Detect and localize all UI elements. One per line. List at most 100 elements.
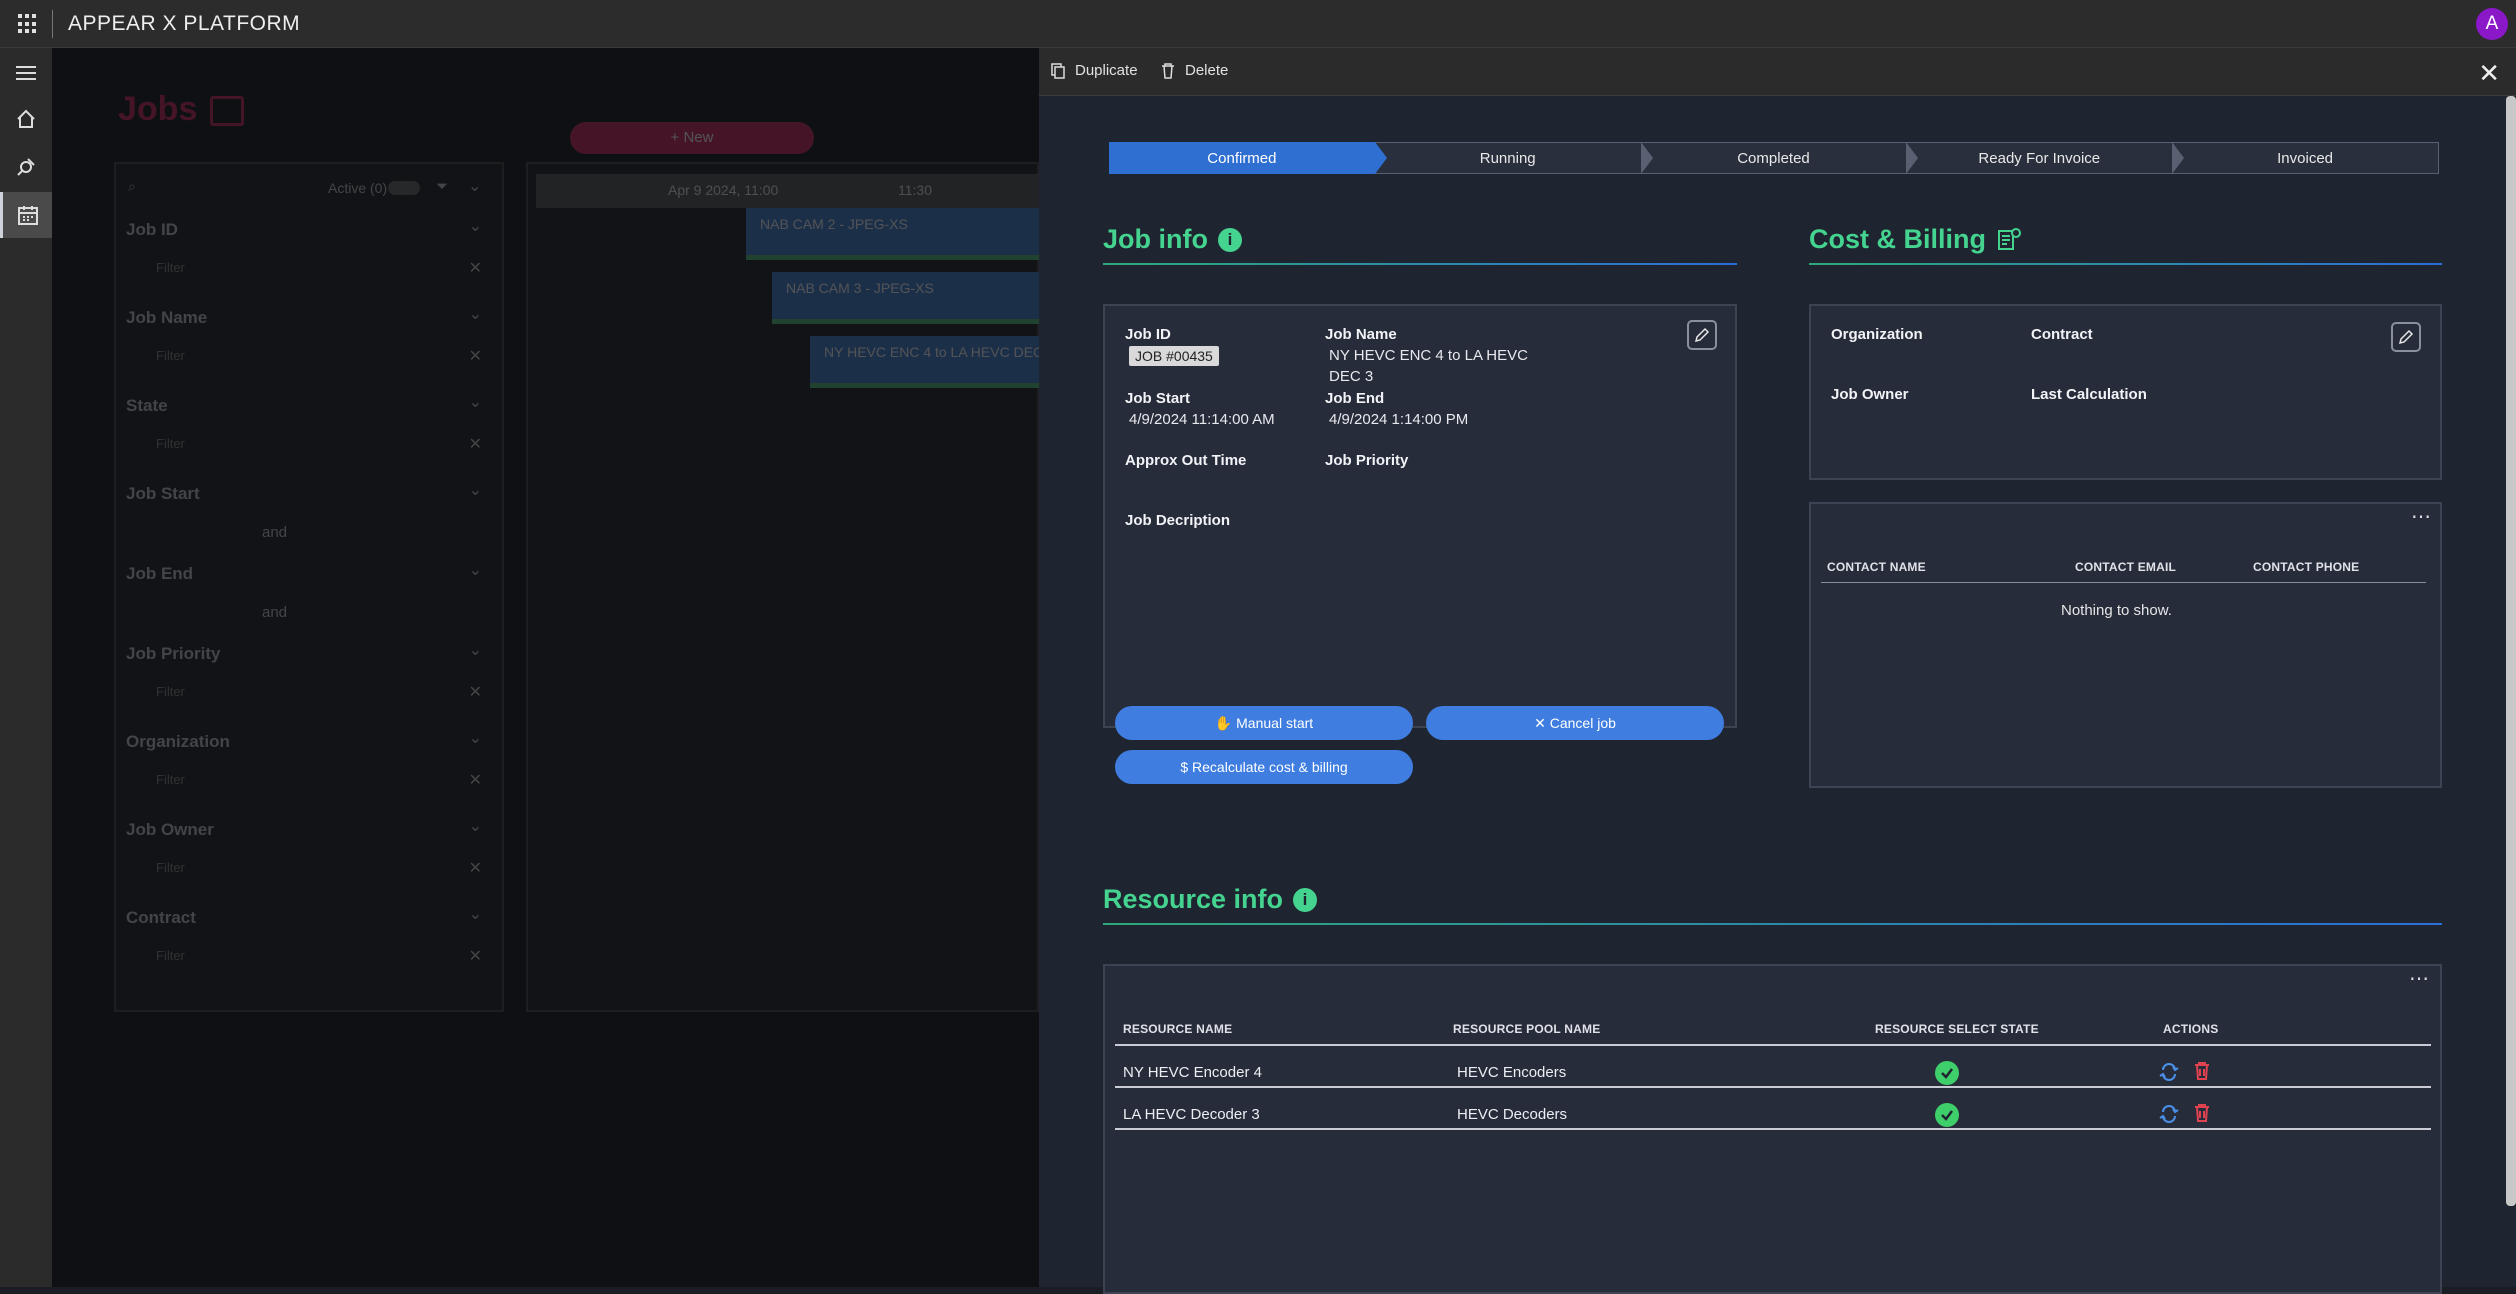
chevron-down-icon: ⌄: [468, 394, 482, 411]
clear-icon: ✕: [468, 684, 482, 701]
column-header[interactable]: RESOURCE POOL NAME: [1453, 1022, 1600, 1036]
column-header[interactable]: RESOURCE SELECT STATE: [1875, 1022, 2039, 1036]
scrollbar[interactable]: [2506, 96, 2516, 1206]
clear-icon: ✕: [468, 260, 482, 277]
more-options-icon[interactable]: ⋯: [2409, 966, 2430, 991]
manual-start-button[interactable]: ✋ Manual start: [1115, 706, 1413, 740]
calendar-icon: [210, 96, 244, 126]
invoice-icon[interactable]: [1996, 227, 2022, 253]
chevron-down-icon: ⌄: [468, 642, 482, 659]
page-title: Jobs: [118, 90, 198, 128]
column-header[interactable]: CONTACT PHONE: [2253, 560, 2359, 574]
duplicate-icon: [1051, 62, 1065, 79]
avatar[interactable]: A: [2476, 8, 2508, 40]
jobs-page-background: Jobs + New ⌕ Active (0) ⏷ ⌄ Job ID ⌄ Fil…: [52, 48, 1041, 1287]
clear-icon: ✕: [468, 860, 482, 877]
resource-info-heading: Resource info i: [1103, 884, 1318, 915]
info-icon[interactable]: i: [1293, 887, 1318, 912]
filter-label: Organization: [126, 732, 230, 751]
job-description-label: Job Decription: [1125, 512, 1231, 529]
edit-cost-billing-button[interactable]: [2391, 322, 2421, 352]
job-start-label: Job Start: [1125, 390, 1191, 407]
filter-placeholder: Filter: [156, 948, 185, 963]
step-running[interactable]: Running: [1374, 142, 1653, 174]
column-header[interactable]: RESOURCE NAME: [1123, 1022, 1232, 1036]
resource-pool-name: HEVC Decoders: [1457, 1106, 1568, 1123]
filter-placeholder: Filter: [156, 260, 185, 275]
job-end-value: 4/9/2024 1:14:00 PM: [1329, 411, 1469, 428]
hand-icon: ✋: [1214, 715, 1233, 731]
filter-label: Job End: [126, 564, 194, 583]
job-id-label: Job ID: [1125, 326, 1171, 343]
chevron-down-icon: ⌄: [468, 482, 482, 499]
filter-icon: ⏷: [436, 178, 449, 195]
column-header[interactable]: CONTACT EMAIL: [2075, 560, 2176, 574]
step-completed[interactable]: Completed: [1640, 142, 1919, 174]
resource-table-card: ⋯ RESOURCE NAME RESOURCE POOL NAME RESOU…: [1103, 964, 2442, 1294]
section-title: Cost & Billing: [1809, 224, 1986, 254]
column-header[interactable]: ACTIONS: [2163, 1022, 2218, 1036]
filter-label: Job ID: [126, 220, 178, 239]
filter-placeholder: Filter: [156, 348, 185, 363]
trash-icon[interactable]: [2193, 1061, 2211, 1086]
job-owner-label: Job Owner: [1831, 386, 1909, 403]
chevron-down-icon: ⌄: [468, 906, 482, 923]
section-underline: [1103, 923, 2442, 925]
column-header[interactable]: CONTACT NAME: [1827, 560, 1926, 574]
trash-icon[interactable]: [2193, 1103, 2211, 1128]
job-name-label: Job Name: [1325, 326, 1397, 343]
row-divider: [1115, 1128, 2431, 1130]
swap-resource-icon[interactable]: [2159, 1104, 2179, 1129]
chevron-down-icon: ⌄: [468, 306, 482, 323]
close-icon[interactable]: ✕: [2478, 58, 2500, 89]
recalculate-button[interactable]: $ Recalculate cost & billing: [1115, 750, 1413, 784]
filter-label: Contract: [126, 908, 196, 927]
active-toggle-label: Active (0): [328, 180, 388, 196]
panel-toolbar: Duplicate Delete ✕: [1039, 48, 2516, 96]
range-joiner: and: [262, 604, 288, 621]
gantt-bar: NAB CAM 3 - JPEG-XS: [772, 272, 1041, 324]
row-divider: [1115, 1086, 2431, 1088]
clear-icon: ✕: [468, 948, 482, 965]
filter-label: State: [126, 396, 168, 415]
duplicate-button[interactable]: Duplicate: [1051, 62, 1138, 79]
cancel-job-button[interactable]: ✕ Cancel job: [1426, 706, 1724, 740]
job-info-card: Job ID JOB #00435 Job Name NY HEVC ENC 4…: [1103, 304, 1737, 728]
contacts-card: ⋯ CONTACT NAME CONTACT EMAIL CONTACT PHO…: [1809, 502, 2442, 788]
job-name-value: NY HEVC ENC 4 to LA HEVC: [1329, 347, 1528, 364]
pencil-icon: [2398, 329, 2414, 345]
last-calculation-label: Last Calculation: [2031, 386, 2147, 403]
section-title: Resource info: [1103, 884, 1284, 914]
chevron-down-icon: ⌄: [468, 818, 482, 835]
job-name-value: DEC 3: [1329, 368, 1374, 385]
step-ready-for-invoice[interactable]: Ready For Invoice: [1906, 142, 2184, 174]
filter-placeholder: Filter: [156, 860, 185, 875]
pencil-icon: [1694, 327, 1710, 343]
cancel-job-label: Cancel job: [1549, 715, 1616, 731]
gantt-bar: NAB CAM 2 - JPEG-XS: [746, 208, 1041, 260]
more-options-icon[interactable]: ⋯: [2411, 504, 2432, 529]
step-invoiced[interactable]: Invoiced: [2172, 142, 2439, 174]
step-confirmed[interactable]: Confirmed: [1109, 142, 1387, 174]
job-info-heading: Job info i: [1103, 224, 1242, 255]
organization-label: Organization: [1831, 326, 1923, 343]
close-icon: ✕: [1534, 715, 1546, 731]
chevron-down-icon: ⌄: [468, 562, 482, 579]
resource-name: LA HEVC Decoder 3: [1123, 1106, 1260, 1123]
search-icon: ⌕: [128, 178, 136, 194]
check-icon: [1935, 1103, 1959, 1127]
empty-state: Nothing to show.: [2061, 602, 2172, 619]
info-icon[interactable]: i: [1217, 227, 1242, 252]
filter-placeholder: Filter: [156, 772, 185, 787]
cost-billing-heading: Cost & Billing: [1809, 224, 2022, 255]
delete-button[interactable]: Delete: [1161, 62, 1228, 79]
timeline-label: 11:30: [898, 182, 932, 198]
swap-resource-icon[interactable]: [2159, 1062, 2179, 1087]
section-underline: [1809, 263, 2442, 265]
filter-placeholder: Filter: [156, 684, 185, 699]
chevron-down-icon: ⌄: [468, 218, 482, 235]
edit-job-info-button[interactable]: [1687, 320, 1717, 350]
timeline-label: Apr 9 2024, 11:00: [668, 182, 779, 198]
filter-placeholder: Filter: [156, 436, 185, 451]
gantt-bar: NY HEVC ENC 4 to LA HEVC DEC 3: [810, 336, 1041, 388]
